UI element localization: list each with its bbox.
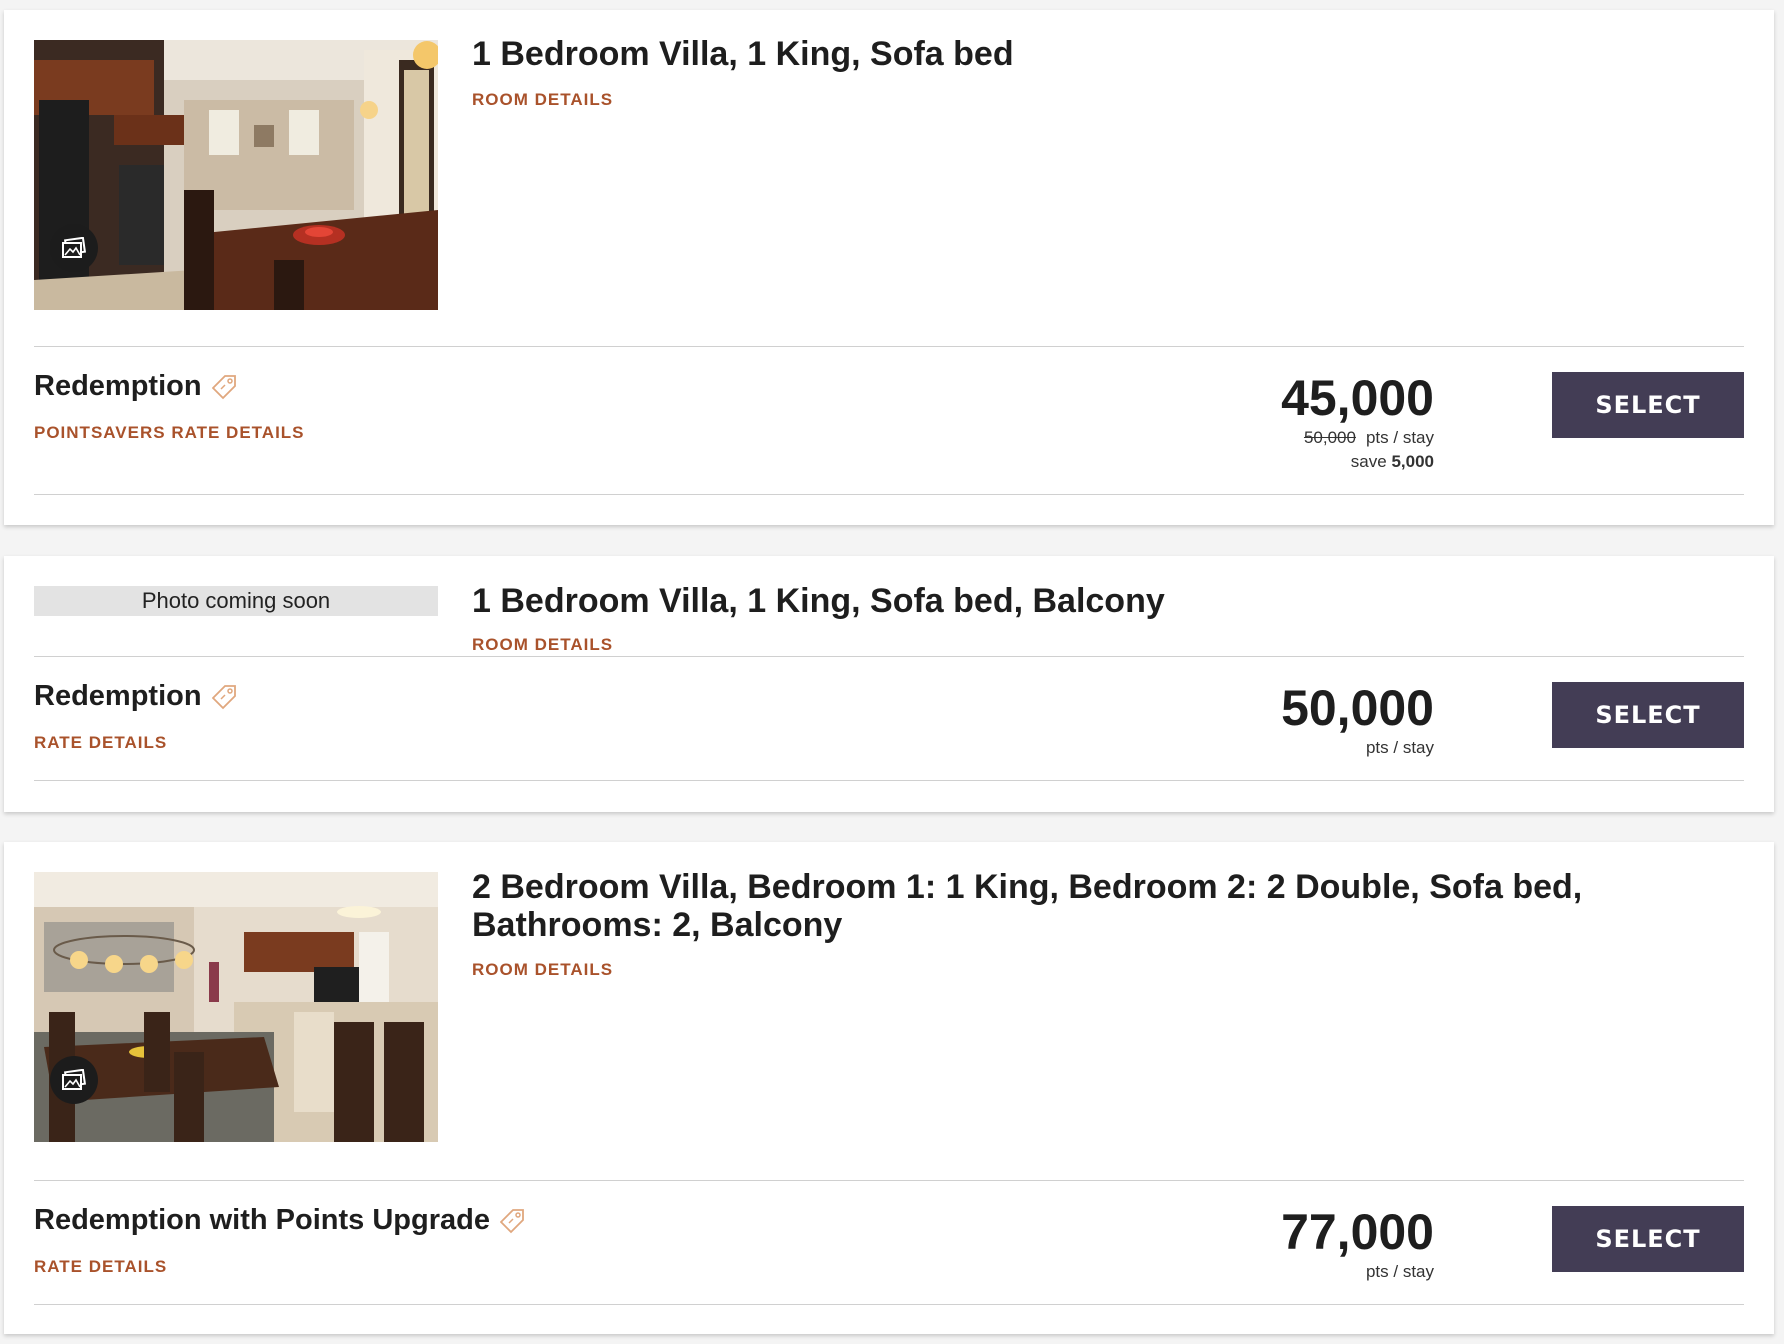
save-label: save (1350, 452, 1387, 471)
dining-kitchen-photo (34, 872, 438, 1142)
price-block: 50,000 pts / stay (1134, 682, 1434, 758)
rate-name: Redemption (34, 680, 238, 713)
price-unit: pts / stay (1365, 738, 1434, 757)
price: 45,000 (1281, 370, 1434, 426)
photo-placeholder: Photo coming soon (34, 586, 438, 616)
divider (34, 656, 1744, 657)
tag-icon (211, 685, 236, 710)
room-details-link[interactable]: ROOM DETAILS (472, 635, 613, 655)
divider (34, 346, 1744, 347)
select-button[interactable]: SELECT (1552, 682, 1744, 748)
tag-icon (211, 375, 236, 400)
select-button[interactable]: SELECT (1552, 1206, 1744, 1272)
divider (34, 1180, 1744, 1181)
rate-details-link[interactable]: RATE DETAILS (34, 1257, 167, 1277)
price-unit: pts / stay (1365, 428, 1434, 447)
kitchen-dining-photo (34, 40, 438, 310)
rate-name-label: Redemption (34, 370, 202, 402)
room-photo[interactable] (34, 872, 438, 1142)
price-unit-line: 50,000 pts / stay (1134, 428, 1434, 448)
gallery-icon (62, 1069, 87, 1090)
select-button[interactable]: SELECT (1552, 372, 1744, 438)
room-photo[interactable] (34, 40, 438, 310)
divider (34, 780, 1744, 781)
divider (34, 494, 1744, 495)
gallery-button[interactable] (50, 1056, 98, 1104)
price-block: 45,000 50,000 pts / stay save 5,000 (1134, 372, 1434, 472)
rate-name: Redemption (34, 370, 238, 403)
room-details-link[interactable]: ROOM DETAILS (472, 960, 613, 980)
room-title: 2 Bedroom Villa, Bedroom 1: 1 King, Bedr… (472, 868, 1583, 944)
rate-details-link[interactable]: POINTSAVERS RATE DETAILS (34, 423, 305, 443)
price: 50,000 (1281, 680, 1434, 736)
room-card: Photo coming soon 1 Bedroom Villa, 1 Kin… (4, 556, 1774, 812)
gallery-icon (62, 237, 87, 258)
rate-name: Redemption with Points Upgrade (34, 1204, 526, 1237)
price-unit: pts / stay (1365, 1262, 1434, 1281)
room-title: 1 Bedroom Villa, 1 King, Sofa bed, Balco… (472, 582, 1165, 620)
save-line: save 5,000 (1134, 452, 1434, 472)
tag-icon (499, 1209, 524, 1234)
room-details-link[interactable]: ROOM DETAILS (472, 90, 613, 110)
save-amount: 5,000 (1391, 452, 1434, 471)
rate-details-link[interactable]: RATE DETAILS (34, 733, 167, 753)
room-title: 1 Bedroom Villa, 1 King, Sofa bed (472, 35, 1014, 73)
divider (34, 1304, 1744, 1305)
old-price: 50,000 (1303, 428, 1356, 447)
price: 77,000 (1281, 1204, 1434, 1260)
room-card: 1 Bedroom Villa, 1 King, Sofa bed ROOM D… (4, 10, 1774, 525)
price-block: 77,000 pts / stay (1134, 1206, 1434, 1282)
rate-name-label: Redemption (34, 680, 202, 712)
gallery-button[interactable] (50, 224, 98, 272)
room-card: 2 Bedroom Villa, Bedroom 1: 1 King, Bedr… (4, 842, 1774, 1334)
rate-name-label: Redemption with Points Upgrade (34, 1204, 490, 1236)
